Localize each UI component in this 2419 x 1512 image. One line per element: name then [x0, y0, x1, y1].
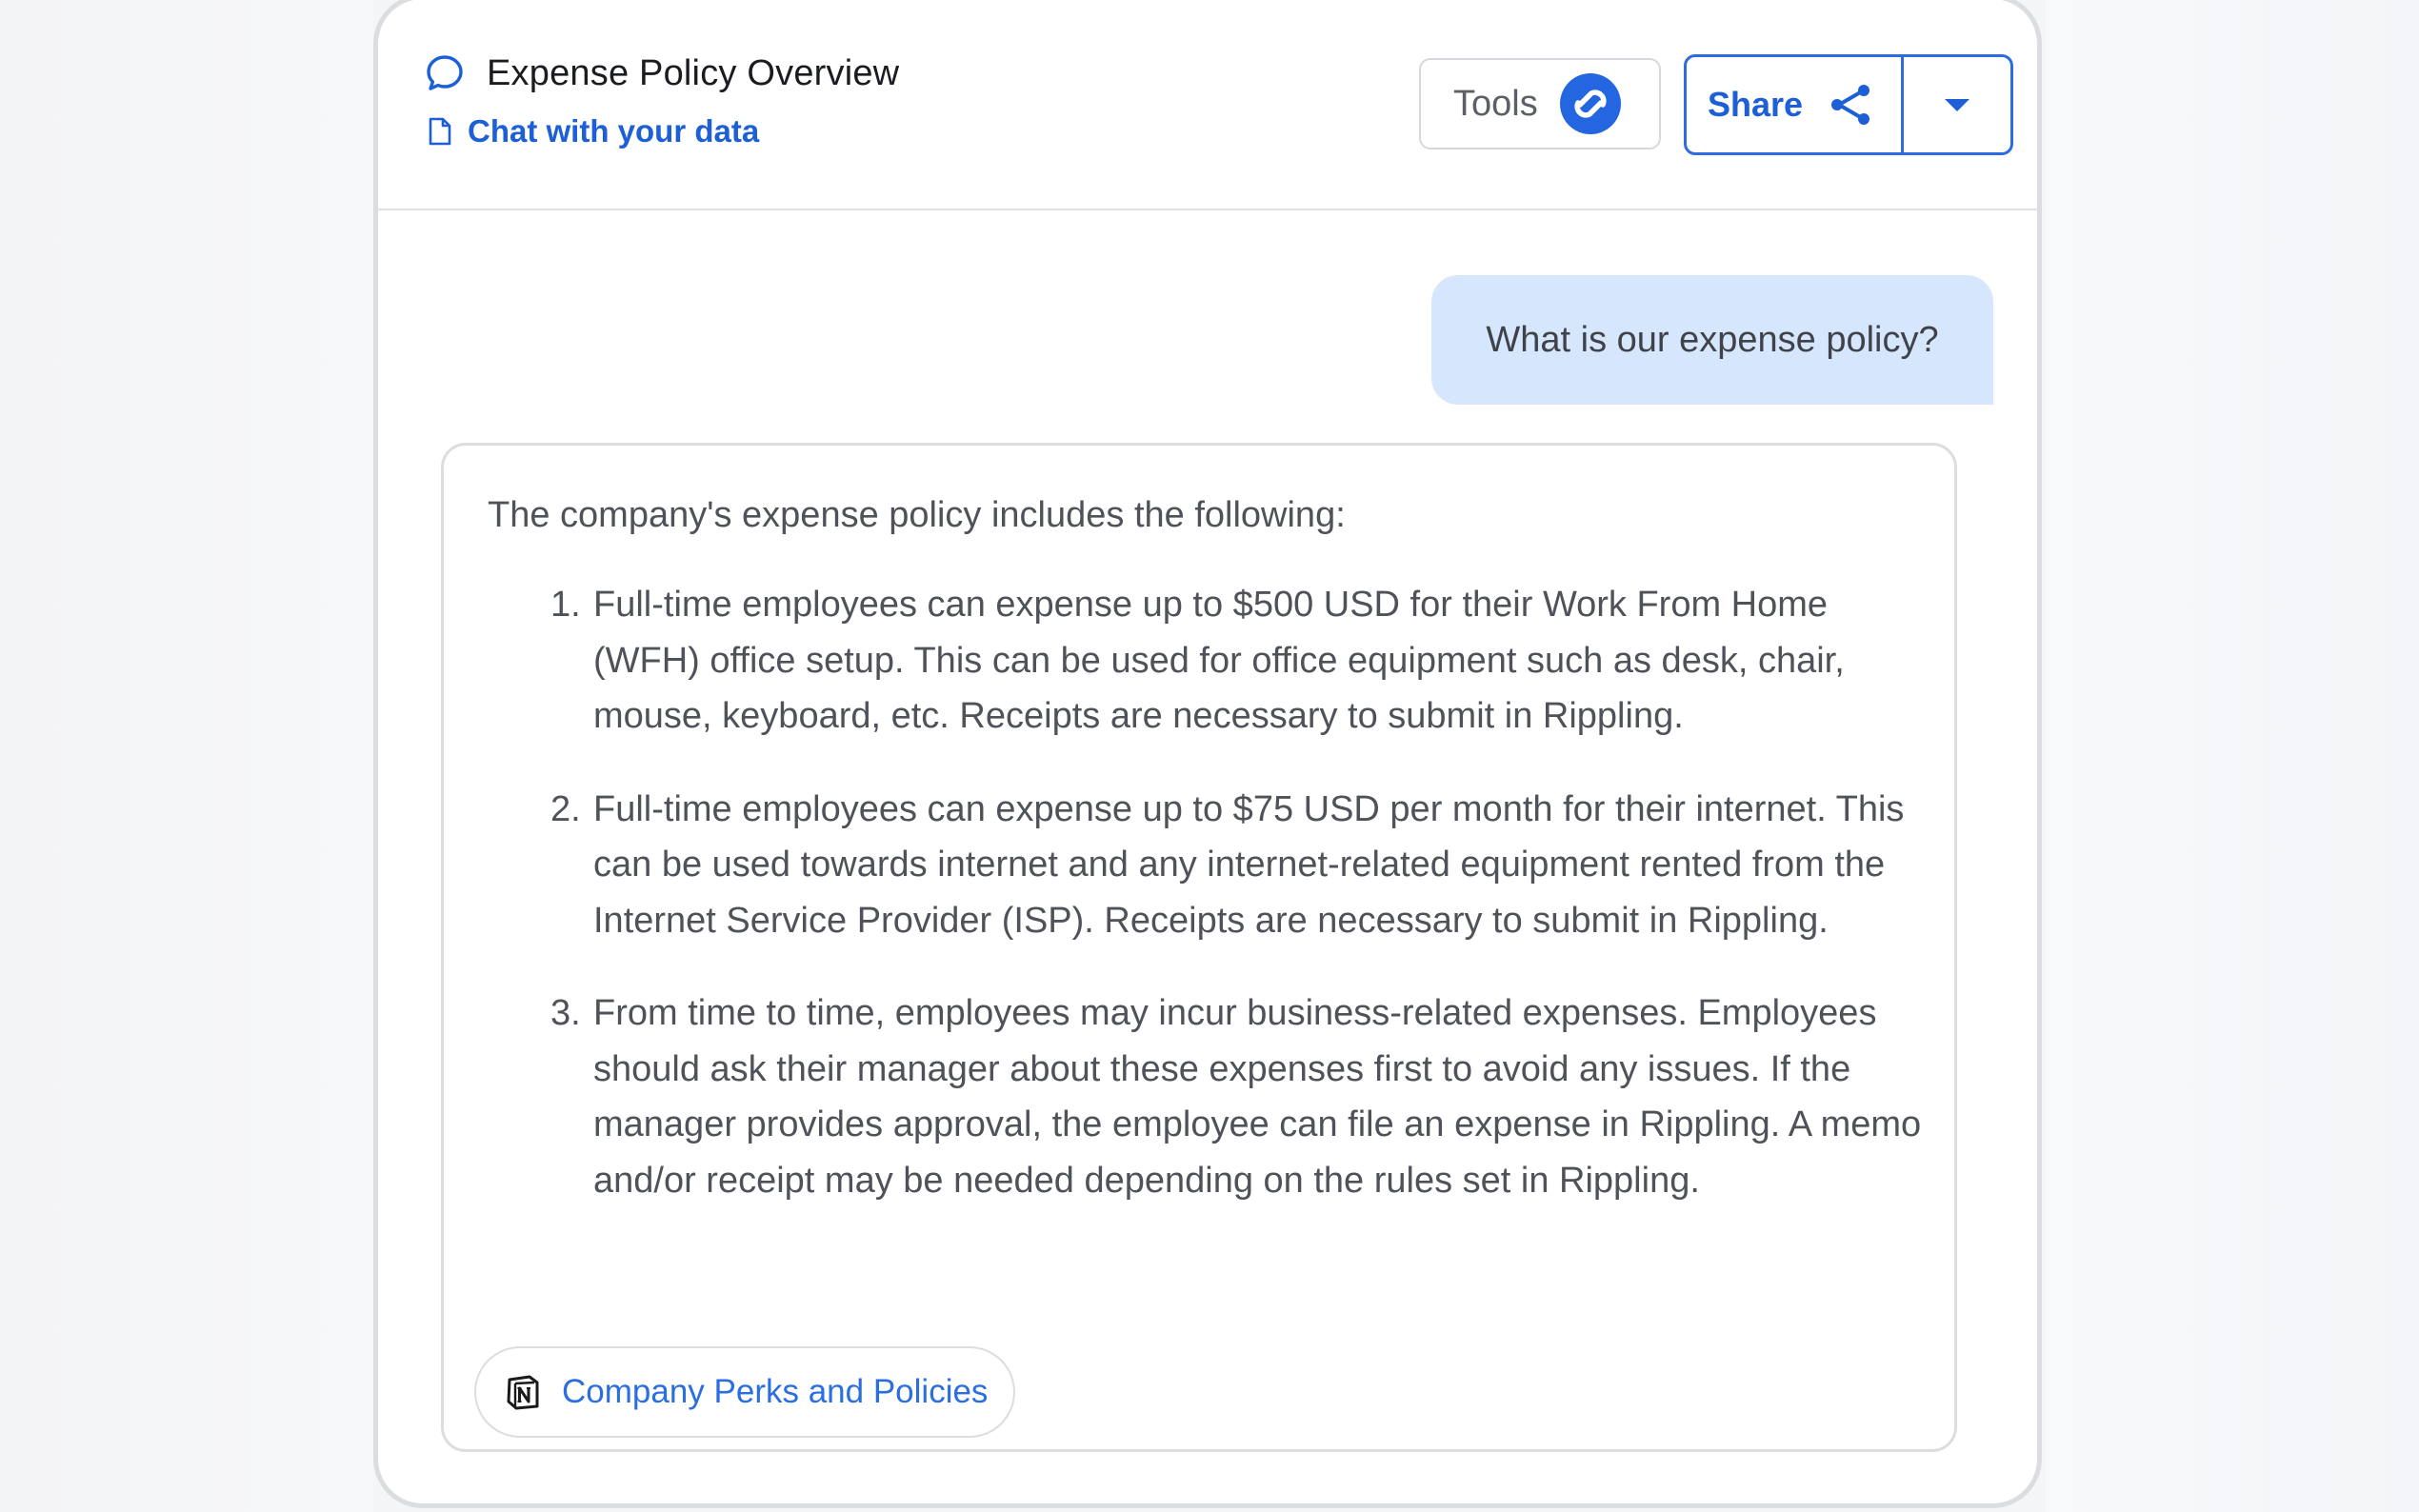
list-item-text: Full-time employees can expense up to $7…	[593, 788, 1905, 941]
background-left	[0, 0, 373, 1512]
background-right	[2046, 0, 2419, 1512]
tools-logo-icon	[1559, 73, 1621, 134]
share-button[interactable]: Share	[1687, 57, 1904, 152]
notion-icon	[507, 1375, 539, 1410]
chat-panel: Expense Policy Overview Chat with your d…	[373, 0, 2042, 1508]
list-item: 1. Full-time employees can expense up to…	[444, 577, 1960, 745]
share-dropdown-button[interactable]	[1904, 57, 2010, 152]
chat-with-data-link[interactable]: Chat with your data	[468, 113, 759, 149]
share-button-group: Share	[1684, 54, 2013, 155]
list-item: 3. From time to time, employees may incu…	[444, 985, 1960, 1208]
share-label: Share	[1708, 85, 1804, 124]
user-message-text: What is our expense policy?	[1486, 319, 1939, 360]
document-icon	[429, 117, 451, 146]
chat-bubble-icon	[427, 55, 463, 90]
data-source-link[interactable]: Chat with your data	[424, 113, 759, 149]
list-item-number: 1.	[550, 585, 581, 625]
share-icon	[1831, 85, 1870, 125]
list-item-text: From time to time, employees may incur b…	[593, 993, 1922, 1201]
title-row: Expense Policy Overview	[424, 52, 899, 94]
list-item-number: 3.	[550, 993, 581, 1033]
answer-intro: The company's expense policy includes th…	[488, 495, 1346, 535]
page-title: Expense Policy Overview	[487, 52, 900, 93]
tools-label: Tools	[1453, 83, 1538, 124]
source-label: Company Perks and Policies	[562, 1373, 989, 1410]
list-item-text: Full-time employees can expense up to $5…	[593, 585, 1845, 736]
list-item: 2. Full-time employees can expense up to…	[444, 782, 1960, 949]
policy-list: 1. Full-time employees can expense up to…	[444, 577, 1960, 1245]
source-chip[interactable]: Company Perks and Policies	[474, 1346, 1015, 1438]
assistant-answer-card: The company's expense policy includes th…	[441, 443, 1957, 1452]
list-item-number: 2.	[550, 788, 581, 829]
chat-header: Expense Policy Overview Chat with your d…	[378, 0, 2037, 210]
caret-down-icon	[1945, 99, 1969, 111]
user-message-bubble: What is our expense policy?	[1431, 275, 1993, 405]
tools-button[interactable]: Tools	[1419, 58, 1661, 149]
